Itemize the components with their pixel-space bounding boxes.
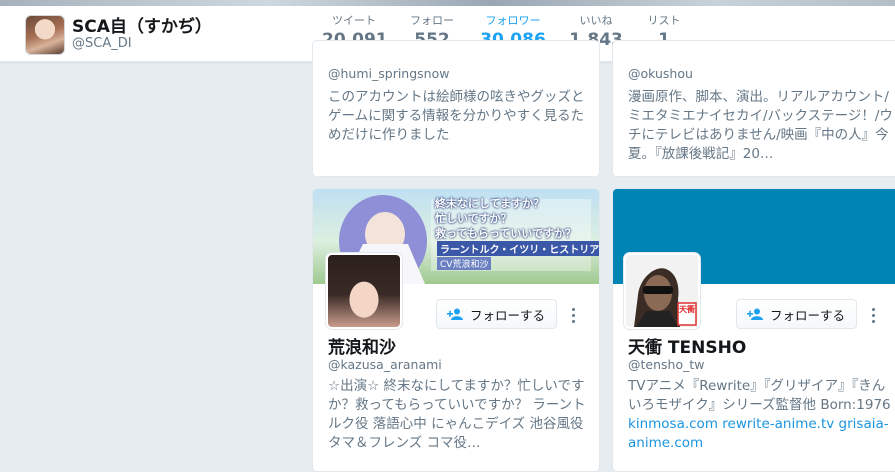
- more-options-icon[interactable]: [866, 302, 882, 328]
- more-options-icon[interactable]: [566, 302, 582, 328]
- banner-text-line: CV荒浪和沙: [437, 257, 492, 270]
- banner-text-line: 忙しいですか？: [435, 212, 512, 225]
- user-avatar[interactable]: [326, 253, 402, 329]
- user-card-okushou[interactable]: @okushou 漫画原作、脚本、演出。リアルアカウント/ ミエタミエナイセカイ…: [612, 40, 895, 177]
- follow-button[interactable]: フォローする: [736, 299, 858, 329]
- stat-tweets-label: ツイート: [332, 14, 376, 27]
- avatar-artwork: [626, 255, 698, 327]
- user-display-name[interactable]: 荒浪和沙: [328, 333, 396, 358]
- avatar-seal-text: 天衝: [679, 305, 695, 314]
- follow-button[interactable]: フォローする: [436, 299, 558, 329]
- stat-followers-label: フォロワー: [485, 14, 541, 27]
- user-handle[interactable]: @humi_springsnow: [328, 66, 449, 81]
- banner-text-line: 救ってもらっていいですか？: [435, 227, 577, 240]
- add-user-icon: [447, 308, 464, 320]
- profile-display-name[interactable]: SCA自（すかぢ）: [72, 12, 212, 37]
- user-bio-text: TVアニメ『Rewrite』『グリザイア』『きんいろモザイク』シリーズ監督他 B…: [628, 378, 891, 413]
- stat-lists-label: リスト: [647, 14, 681, 27]
- follow-button-label: フォローする: [770, 307, 846, 323]
- user-card-humi[interactable]: @humi_springsnow このアカウントは絵師様の呟きやグッズとゲームに…: [312, 40, 600, 177]
- user-bio: 漫画原作、脚本、演出。リアルアカウント/ ミエタミエナイセカイ/バックステージ！…: [628, 89, 893, 162]
- banner-text-line: 終末なにしてますか？: [435, 197, 545, 210]
- banner-text-line: ラーントルク・イツリ・ヒストリア: [437, 241, 599, 256]
- user-bio: TVアニメ『Rewrite』『グリザイア』『きんいろモザイク』シリーズ監督他 B…: [628, 377, 894, 453]
- user-bio: このアカウントは絵師様の呟きやグッズとゲームに関する情報を分かりやすく見るためだ…: [328, 89, 585, 143]
- bio-link[interactable]: kinmosa.com: [628, 416, 718, 432]
- user-handle[interactable]: @kazusa_aranami: [328, 357, 442, 372]
- user-bio: ☆出演☆ 終末なにしてますか？忙しいですか？救ってもらっていいですか？ ラーント…: [328, 378, 586, 451]
- bio-link[interactable]: rewrite-anime.tv: [722, 416, 834, 432]
- user-display-name[interactable]: 天衝 TENSHO: [628, 333, 746, 358]
- stat-likes-label: いいね: [579, 14, 613, 27]
- profile-avatar[interactable]: [25, 15, 65, 55]
- add-user-icon: [747, 308, 764, 320]
- user-card-kazusa[interactable]: 終末なにしてますか？ 忙しいですか？ 救ってもらっていいですか？ ラーントルク・…: [312, 188, 600, 472]
- follow-button-label: フォローする: [470, 307, 546, 323]
- profile-handle[interactable]: @SCA_DI: [72, 36, 132, 51]
- user-handle[interactable]: @tensho_tw: [628, 357, 704, 372]
- user-avatar[interactable]: 天衝: [624, 253, 700, 329]
- user-card-tensho[interactable]: 天衝 フォローする 天衝 TENSHO @tensho_tw TVアニメ『Rew…: [612, 188, 895, 472]
- stat-following-label: フォロー: [410, 14, 454, 27]
- user-handle[interactable]: @okushou: [628, 66, 693, 81]
